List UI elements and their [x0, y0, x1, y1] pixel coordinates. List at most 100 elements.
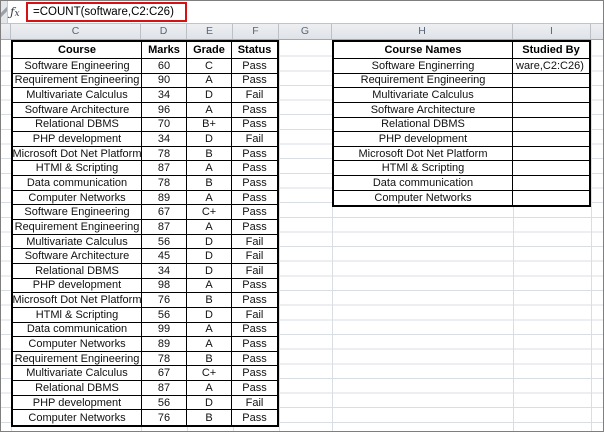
left-table-cell[interactable]: Microsoft Dot Net Platform: [13, 293, 142, 308]
header-cell-marks[interactable]: Marks: [142, 42, 187, 59]
right-table-cell[interactable]: PHP development: [334, 132, 513, 147]
left-table-cell[interactable]: PHP development: [13, 132, 142, 147]
left-table-cell[interactable]: Data communication: [13, 322, 142, 338]
column-header-c[interactable]: C: [11, 24, 141, 39]
header-cell-course-names[interactable]: Course Names: [334, 42, 513, 59]
left-table-cell[interactable]: 87: [142, 220, 187, 235]
left-table-cell[interactable]: A: [187, 278, 232, 294]
left-table-cell[interactable]: D: [187, 307, 232, 323]
right-table-cell[interactable]: Multivariate Calculus: [334, 88, 513, 103]
column-header-g[interactable]: G: [279, 24, 332, 39]
left-table-cell[interactable]: Fail: [232, 132, 277, 147]
right-table-cell[interactable]: Computer Networks: [334, 190, 513, 206]
left-table-cell[interactable]: Pass: [232, 74, 277, 89]
right-table-cell[interactable]: [513, 161, 589, 177]
left-table-cell[interactable]: Fail: [232, 396, 277, 411]
left-table-cell[interactable]: 34: [142, 88, 187, 103]
left-table-cell[interactable]: D: [187, 88, 232, 103]
left-table-cell[interactable]: Requirement Engineering: [13, 220, 142, 235]
left-table-cell[interactable]: 78: [142, 351, 187, 367]
column-header-f[interactable]: F: [233, 24, 279, 39]
right-table-cell[interactable]: Data communication: [334, 176, 513, 191]
left-table-cell[interactable]: 78: [142, 176, 187, 191]
column-header-b-partial[interactable]: [1, 24, 11, 39]
left-table-cell[interactable]: 76: [142, 293, 187, 308]
left-table-cell[interactable]: Pass: [232, 176, 277, 191]
left-table-cell[interactable]: Multivariate Calculus: [13, 234, 142, 250]
left-table-cell[interactable]: Pass: [232, 366, 277, 382]
left-table-cell[interactable]: 34: [142, 132, 187, 147]
left-table-cell[interactable]: A: [187, 190, 232, 206]
left-table-cell[interactable]: Pass: [232, 323, 277, 338]
left-table-cell[interactable]: B+: [187, 117, 232, 133]
left-table-cell[interactable]: Data communication: [13, 176, 142, 191]
left-table-cell[interactable]: B: [187, 146, 232, 162]
left-table-cell[interactable]: B: [187, 293, 232, 308]
left-table-cell[interactable]: Software Engineering: [13, 205, 142, 221]
header-cell-status[interactable]: Status: [232, 42, 277, 59]
right-table-cell[interactable]: ware,C2:C26): [513, 59, 589, 74]
right-table-cell[interactable]: Relational DBMS: [334, 117, 513, 133]
left-table-cell[interactable]: A: [187, 73, 232, 89]
left-table-cell[interactable]: Pass: [232, 352, 277, 367]
left-table-cell[interactable]: Computer Networks: [13, 337, 142, 352]
left-table-cell[interactable]: C: [187, 59, 232, 74]
left-table-cell[interactable]: 76: [142, 410, 187, 426]
left-table-cell[interactable]: 87: [142, 161, 187, 177]
column-header-h[interactable]: H: [332, 24, 513, 39]
left-table-cell[interactable]: A: [187, 322, 232, 338]
left-table-cell[interactable]: Fail: [232, 249, 277, 264]
left-table-cell[interactable]: B: [187, 176, 232, 191]
left-table-cell[interactable]: B: [187, 410, 232, 426]
left-table-cell[interactable]: Pass: [232, 161, 277, 177]
header-cell-course[interactable]: Course: [13, 42, 142, 59]
right-table-cell[interactable]: Microsoft Dot Net Platform: [334, 146, 513, 162]
left-table-cell[interactable]: D: [187, 263, 232, 279]
left-table-cell[interactable]: 87: [142, 381, 187, 396]
right-table-cell[interactable]: Software Architecture: [334, 102, 513, 118]
left-table-cell[interactable]: 56: [142, 395, 187, 411]
sheet-grid[interactable]: Course Marks Grade Status Software Engin…: [1, 40, 603, 431]
right-table-cell[interactable]: [513, 176, 589, 191]
left-table-cell[interactable]: 89: [142, 190, 187, 206]
right-table-cell[interactable]: [513, 191, 589, 206]
left-table-cell[interactable]: Pass: [232, 191, 277, 206]
left-table-cell[interactable]: D: [187, 132, 232, 147]
column-header-d[interactable]: D: [141, 24, 187, 39]
column-header-e[interactable]: E: [187, 24, 233, 39]
left-table-cell[interactable]: Fail: [232, 88, 277, 103]
right-table-cell[interactable]: Requirement Engineering: [334, 73, 513, 89]
left-table-cell[interactable]: Requirement Engineering: [13, 73, 142, 89]
right-table-cell[interactable]: [513, 88, 589, 103]
left-table-cell[interactable]: D: [187, 234, 232, 250]
left-table-cell[interactable]: 56: [142, 234, 187, 250]
left-table-cell[interactable]: 60: [142, 59, 187, 74]
left-table-cell[interactable]: Software Engineering: [13, 59, 142, 74]
left-table-cell[interactable]: Software Architecture: [13, 249, 142, 264]
left-table-cell[interactable]: 67: [142, 205, 187, 221]
left-table-cell[interactable]: B: [187, 351, 232, 367]
left-table-cell[interactable]: 56: [142, 307, 187, 323]
right-table-cell[interactable]: Software Enginerring: [334, 59, 513, 74]
left-table-cell[interactable]: Fail: [232, 264, 277, 279]
left-table-cell[interactable]: HTMl & Scripting: [13, 161, 142, 177]
left-table-cell[interactable]: A: [187, 102, 232, 118]
left-table-cell[interactable]: Computer Networks: [13, 410, 142, 426]
right-table-cell[interactable]: [513, 132, 589, 147]
left-table-cell[interactable]: Relational DBMS: [13, 263, 142, 279]
left-table-cell[interactable]: HTMl & Scripting: [13, 307, 142, 323]
column-header-i[interactable]: I: [513, 24, 591, 39]
right-table-cell[interactable]: HTMl & Scripting: [334, 161, 513, 177]
right-table-cell[interactable]: [513, 118, 589, 133]
left-table-cell[interactable]: Relational DBMS: [13, 381, 142, 396]
left-table-cell[interactable]: 34: [142, 263, 187, 279]
right-table-cell[interactable]: [513, 74, 589, 89]
left-table-cell[interactable]: 78: [142, 146, 187, 162]
left-table-cell[interactable]: Pass: [232, 118, 277, 133]
left-table-cell[interactable]: 98: [142, 278, 187, 294]
left-table-cell[interactable]: 99: [142, 322, 187, 338]
left-table-cell[interactable]: 70: [142, 117, 187, 133]
left-table-cell[interactable]: 89: [142, 337, 187, 352]
left-table-cell[interactable]: Pass: [232, 220, 277, 235]
left-table-cell[interactable]: D: [187, 395, 232, 411]
